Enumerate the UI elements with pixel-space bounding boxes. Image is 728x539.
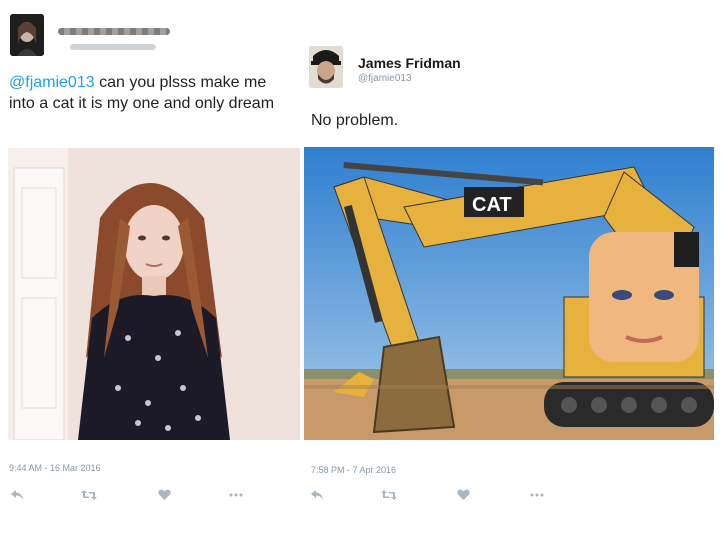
tweet-photo[interactable] (8, 148, 300, 440)
tweet-actions (306, 486, 728, 504)
tweet-timestamp[interactable]: 7:58 PM - 7 Apr 2016 (311, 465, 396, 475)
reply-icon[interactable] (8, 486, 26, 504)
cat-logo-text: CAT (472, 194, 512, 216)
tweet-timestamp[interactable]: 9:44 AM - 16 Mar 2016 (9, 463, 101, 473)
more-icon[interactable] (528, 486, 546, 504)
heart-icon[interactable] (454, 486, 472, 504)
tweet-text: No problem. (311, 112, 399, 129)
avatar[interactable] (309, 46, 343, 88)
retweet-icon[interactable] (80, 486, 98, 504)
more-icon[interactable] (227, 486, 245, 504)
user-handle[interactable]: @fjamie013 (358, 73, 412, 84)
redacted-handle (70, 44, 156, 50)
retweet-icon[interactable] (380, 486, 398, 504)
heart-icon[interactable] (155, 486, 173, 504)
mention-link[interactable]: @fjamie013 (9, 74, 95, 91)
tweet-actions (0, 486, 306, 504)
tweet-right: James Fridman @fjamie013 No problem. CAT (304, 0, 728, 539)
tweet-left: @fjamie013 can you plsss make me into a … (0, 0, 306, 539)
avatar[interactable] (10, 14, 44, 56)
redacted-name (58, 28, 170, 35)
tweet-text: @fjamie013 can you plsss make me into a … (9, 72, 279, 114)
tweet-photo[interactable]: CAT (304, 147, 714, 440)
display-name[interactable]: James Fridman (358, 55, 461, 71)
reply-icon[interactable] (308, 486, 326, 504)
